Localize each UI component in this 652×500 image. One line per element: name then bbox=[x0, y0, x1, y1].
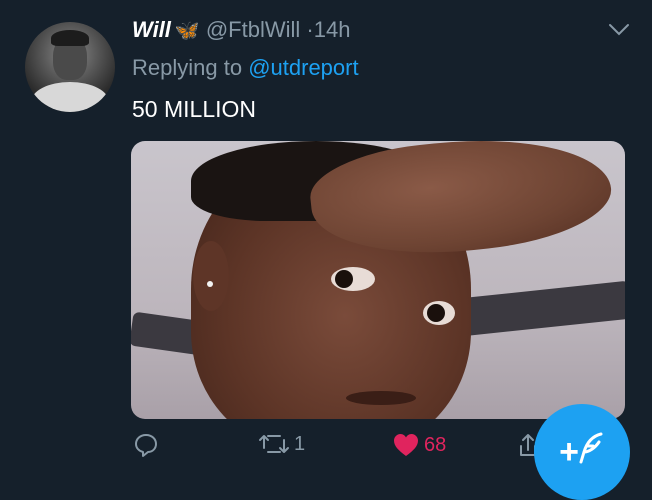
replying-to: Replying to @utdreport bbox=[132, 55, 359, 81]
person-ear bbox=[193, 241, 229, 311]
person-mouth bbox=[346, 391, 416, 405]
butterfly-emoji: 🦋 bbox=[174, 20, 200, 42]
tweet-media-image[interactable] bbox=[131, 141, 625, 419]
reply-icon bbox=[133, 432, 159, 458]
like-button[interactable]: 68 bbox=[392, 432, 446, 458]
user-handle[interactable]: @FtblWill bbox=[206, 17, 300, 42]
person-eye bbox=[331, 267, 375, 291]
display-name[interactable]: Will bbox=[132, 17, 171, 42]
person-eye bbox=[423, 301, 455, 325]
avatar-hair bbox=[51, 30, 89, 46]
replying-to-label: Replying to bbox=[132, 55, 243, 80]
tweet-text: 50 MILLION bbox=[132, 96, 256, 122]
reply-button[interactable] bbox=[133, 432, 163, 458]
reply-to-link[interactable]: @utdreport bbox=[248, 55, 358, 80]
retweet-icon bbox=[258, 432, 290, 456]
retweet-count: 1 bbox=[294, 432, 306, 455]
earring bbox=[207, 281, 213, 287]
compose-plus: + bbox=[559, 432, 579, 471]
compose-feather-icon bbox=[579, 432, 605, 473]
compose-tweet-button[interactable]: + bbox=[534, 404, 630, 500]
separator: · bbox=[306, 17, 314, 42]
retweet-button[interactable]: 1 bbox=[258, 432, 305, 456]
chevron-down-icon[interactable] bbox=[608, 20, 630, 42]
avatar-shoulders bbox=[31, 82, 109, 112]
tweet-header: Will 🦋 @FtblWill ·14h bbox=[132, 17, 350, 43]
timestamp[interactable]: 14h bbox=[314, 17, 351, 42]
like-count: 68 bbox=[424, 433, 447, 456]
avatar[interactable] bbox=[25, 22, 115, 112]
heart-icon bbox=[392, 432, 420, 458]
tweet[interactable]: Will 🦋 @FtblWill ·14h Replying to @utdrepo… bbox=[0, 0, 652, 500]
